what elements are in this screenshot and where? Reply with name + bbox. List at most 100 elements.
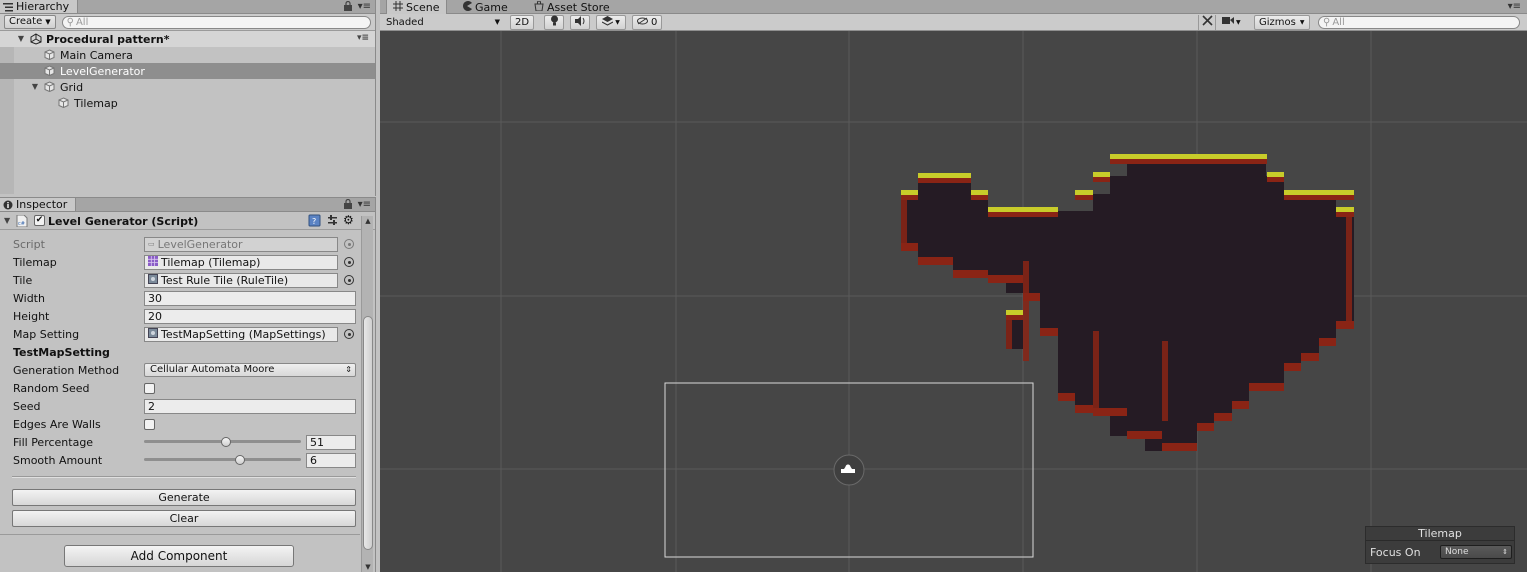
audio-toggle-button[interactable] [570, 15, 590, 30]
tab-asset-store[interactable]: Asset Store [528, 0, 616, 14]
tilemap-label: Tilemap [13, 255, 57, 269]
map-setting-field[interactable]: TestMapSetting (MapSettings) [144, 326, 338, 342]
cave-wall-tile [1093, 331, 1099, 411]
cave-tile-column [1197, 158, 1214, 431]
shading-mode-dropdown[interactable]: Shaded ▼ [386, 15, 502, 30]
cave-edge-tile [901, 195, 918, 200]
gizmos-dropdown[interactable]: Gizmos ▼ [1254, 15, 1310, 30]
height-input[interactable]: 20 [144, 308, 356, 324]
scroll-down-icon[interactable]: ▼ [363, 562, 373, 572]
script-file-icon: ▭ [148, 239, 155, 248]
foldout-expanded-icon[interactable]: ▼ [30, 82, 40, 92]
inspector-scrollbar[interactable]: ▲ ▼ [361, 216, 373, 572]
2d-toggle-button[interactable]: 2D [510, 15, 535, 30]
foldout-expanded-icon[interactable]: ▼ [4, 216, 10, 225]
tilemap-field[interactable]: Tilemap (Tilemap) [144, 254, 338, 270]
cave-tile-column [1110, 176, 1127, 436]
scene-viewport[interactable]: Tilemap Focus On None ⇕ [380, 31, 1527, 572]
clear-button[interactable]: Clear [12, 510, 356, 527]
cave-tile-column [936, 177, 953, 263]
help-book-icon[interactable]: ? [308, 214, 321, 230]
random-seed-checkbox[interactable] [144, 382, 155, 394]
lock-icon[interactable] [343, 0, 352, 15]
tile-field[interactable]: Test Rule Tile (RuleTile) [144, 272, 338, 288]
fill-percentage-input[interactable]: 51 [306, 434, 356, 450]
seed-input[interactable]: 2 [144, 398, 356, 414]
scene-root-row[interactable]: ▼ Procedural pattern* ▾≡ [0, 31, 375, 47]
cave-grass-tile [988, 207, 1058, 212]
hidden-count: 0 [651, 17, 658, 28]
gizmos-label: Gizmos [1259, 17, 1296, 28]
cave-grass-tile [1006, 310, 1023, 315]
generation-method-label: Generation Method [13, 363, 120, 377]
inspector-tab[interactable]: Inspector [0, 198, 77, 212]
lock-icon[interactable] [343, 198, 352, 213]
hierarchy-item-main-camera[interactable]: Main Camera [0, 47, 375, 63]
smooth-amount-input[interactable]: 6 [306, 452, 356, 468]
camera-dropdown-button[interactable]: ▼ [1222, 15, 1241, 30]
store-icon [534, 0, 544, 14]
gameobject-cube-icon [44, 49, 55, 61]
hierarchy-item-tilemap[interactable]: Tilemap [0, 95, 375, 111]
cave-edge-tile [1162, 443, 1197, 451]
scene-name: Procedural pattern* [46, 32, 170, 46]
tools-button[interactable] [1198, 15, 1216, 30]
object-picker-icon[interactable] [344, 275, 354, 285]
fill-percentage-label: Fill Percentage [13, 435, 94, 449]
dropdown-arrow-icon: ▼ [45, 18, 51, 26]
tab-game[interactable]: Game [456, 0, 514, 14]
scene-search-input[interactable]: ⚲ All [1318, 15, 1520, 30]
hierarchy-item-levelgenerator[interactable]: LevelGenerator [0, 63, 375, 79]
cave-grass-tile [1075, 190, 1093, 195]
foldout-expanded-icon[interactable]: ▼ [16, 34, 26, 44]
hierarchy-item-grid[interactable]: ▼ Grid [0, 79, 375, 95]
edges-are-walls-checkbox[interactable] [144, 418, 155, 430]
width-input[interactable]: 30 [144, 290, 356, 306]
scrollbar-thumb[interactable] [363, 316, 373, 550]
component-enabled-checkbox[interactable]: ✔ [34, 215, 45, 226]
fill-percentage-slider-thumb[interactable] [221, 437, 232, 447]
add-component-button[interactable]: Add Component [64, 545, 294, 567]
dropdown-arrow-icon: ▼ [494, 18, 500, 26]
generation-method-dropdown[interactable]: Cellular Automata Moore ⇕ [144, 363, 356, 377]
object-picker-icon[interactable] [344, 257, 354, 267]
generate-button[interactable]: Generate [12, 489, 356, 506]
object-picker-icon[interactable] [344, 329, 354, 339]
effects-dropdown-button[interactable]: ▼ [596, 15, 626, 30]
gear-icon[interactable]: ⚙ [343, 214, 354, 226]
height-row: Height 20 [0, 307, 360, 325]
tab-label: Game [475, 0, 508, 14]
scene-toolbar: Shaded ▼ 2D ▼ 0 ▼ Gizmos ▼ ⚲ All [380, 14, 1527, 31]
create-dropdown[interactable]: Create ▼ [4, 15, 56, 29]
cave-tile-column [1214, 158, 1232, 421]
hierarchy-search-input[interactable]: ⚲ All [61, 15, 371, 29]
panel-menu-icon[interactable]: ▾≡ [1508, 1, 1521, 13]
panel-menu-icon[interactable]: ▾≡ [358, 199, 371, 213]
camera-gizmo-icon[interactable] [833, 454, 865, 486]
cave-edge-tile [901, 243, 918, 251]
panel-menu-icon[interactable]: ▾≡ [358, 1, 371, 15]
cave-tile-column [1319, 194, 1336, 346]
component-header[interactable]: ▼ c# ✔ Level Generator (Script) ? ⚙ [0, 212, 375, 230]
focus-on-dropdown[interactable]: None ⇕ [1440, 545, 1512, 559]
scroll-up-icon[interactable]: ▲ [363, 216, 373, 226]
cave-edge-tile [988, 212, 1058, 217]
overlay-title: Tilemap [1366, 527, 1514, 541]
smooth-amount-slider-track[interactable] [144, 458, 301, 461]
tile-value: Test Rule Tile (RuleTile) [161, 273, 289, 287]
tab-scene[interactable]: Scene [386, 0, 447, 14]
scriptable-object-icon [148, 327, 158, 341]
lighting-toggle-button[interactable] [544, 15, 564, 30]
list-icon [3, 2, 13, 12]
preset-sliders-icon[interactable] [326, 214, 339, 230]
fill-percentage-row: Fill Percentage 51 [0, 433, 360, 451]
tile-label: Tile [13, 273, 33, 287]
scene-render[interactable] [380, 31, 1527, 572]
cave-wall-tile [901, 194, 907, 244]
hidden-objects-button[interactable]: 0 [632, 15, 663, 30]
smooth-amount-slider-thumb[interactable] [235, 455, 246, 465]
scene-menu-icon[interactable]: ▾≡ [357, 33, 369, 43]
inspector-tab-label: Inspector [16, 198, 68, 211]
hierarchy-tab[interactable]: Hierarchy [0, 0, 79, 14]
cave-grass-tile [1110, 154, 1267, 159]
